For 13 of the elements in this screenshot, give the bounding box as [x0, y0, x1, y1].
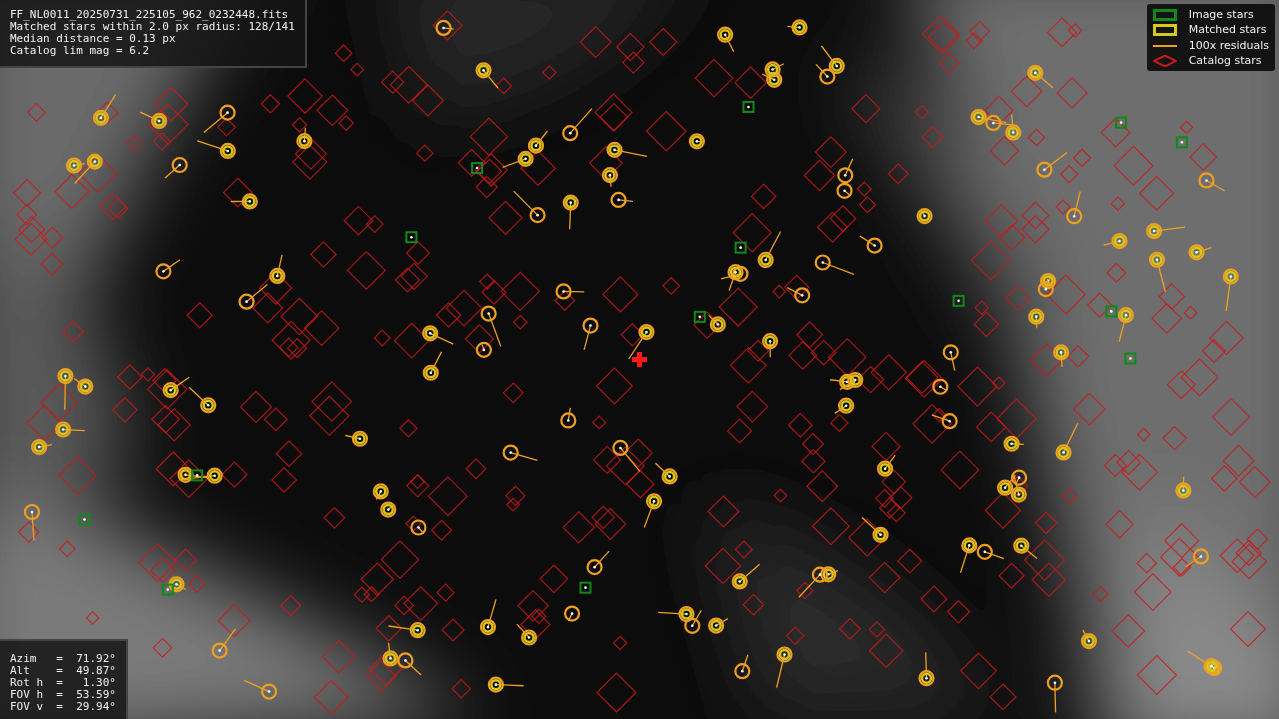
legend-label: 100x residuals: [1188, 39, 1269, 52]
legend-label: Matched stars: [1188, 24, 1267, 37]
info-text: Median distance = 0.13 px: [10, 33, 177, 45]
pointing-text: Alt = 49.87°: [10, 665, 116, 677]
info-text: Catalog lim mag = 6.2: [10, 45, 151, 57]
legend-label: Image stars: [1188, 8, 1254, 21]
pointing-text: Azim = 71.92°: [10, 653, 116, 665]
info-text: FF_NL0011_20250731_225105_962_0232448.fits: [10, 9, 290, 21]
pointing-text: FOV h = 53.59°: [10, 689, 116, 701]
pointing-text: Rot h = 1.30°: [10, 677, 116, 689]
info-text: Matched stars within 2.0 px radius: 128/141: [10, 21, 295, 33]
pointing-text: FOV v = 29.94°: [10, 701, 116, 713]
legend-label: Catalog stars: [1188, 55, 1262, 68]
